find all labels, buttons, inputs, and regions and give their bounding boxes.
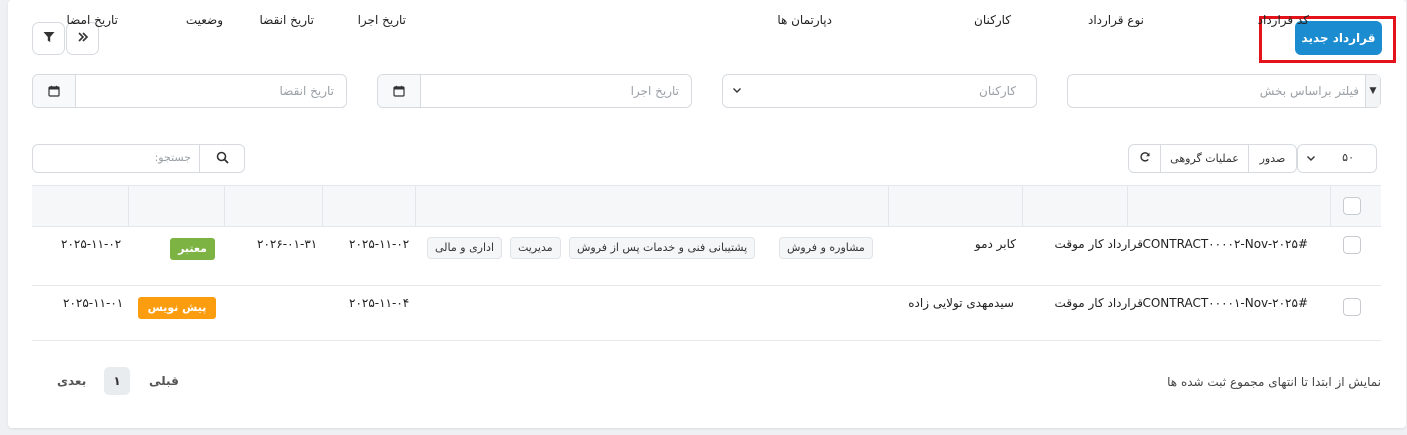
records-summary: نمایش از ابتدا تا انتهای مجموع ثبت شده ه… <box>1167 375 1381 389</box>
employees-select[interactable]: کارکنان <box>722 74 1037 108</box>
search-button[interactable] <box>199 145 244 172</box>
header-contract-type[interactable]: نوع قرارداد <box>1088 13 1144 27</box>
header-contract-code[interactable]: کد قرارداد <box>1258 13 1309 27</box>
department-tag: مدیریت <box>510 237 561 259</box>
employees-placeholder: کارکنان <box>979 84 1016 98</box>
header-departments[interactable]: دپارتمان ها <box>777 13 832 27</box>
row-employee: کابر دمو <box>974 237 1016 251</box>
export-button[interactable]: صدور <box>1248 144 1297 173</box>
status-badge-valid: معتبر <box>170 238 215 260</box>
row-divider <box>32 340 1381 341</box>
header-status[interactable]: وضعیت <box>186 13 223 27</box>
search-placeholder: جستجو: <box>154 151 191 164</box>
header-execution-date[interactable]: تاریخ اجرا <box>358 13 406 27</box>
row-checkbox[interactable] <box>1343 298 1361 316</box>
status-badge-draft: پیش نویس <box>138 297 216 319</box>
execution-date-placeholder: تاریخ اجرا <box>630 84 679 98</box>
row-sign-date: ۲۰۲۵-۱۱-۰۱ <box>63 296 124 310</box>
page-1-button[interactable]: ۱ <box>104 367 130 395</box>
row-execution-date: ۲۰۲۵-۱۱-۰۴ <box>349 296 410 310</box>
status-badge-label: پیش نویس <box>147 301 207 314</box>
filter-icon <box>43 31 55 46</box>
refresh-button[interactable] <box>1128 144 1161 173</box>
next-page-link[interactable]: بعدی <box>57 374 86 388</box>
refresh-icon <box>1139 151 1151 166</box>
calendar-icon[interactable] <box>33 75 76 107</box>
export-label: صدور <box>1259 152 1286 165</box>
search-field[interactable]: جستجو: <box>32 144 245 173</box>
header-sign-date[interactable]: تاریخ امضا <box>66 13 118 27</box>
department-tag: اداری و مالی <box>427 237 503 259</box>
expiry-date-filter[interactable]: تاریخ انقضا <box>32 74 347 108</box>
department-tag: پشتیبانی فنی و خدمات پس از فروش <box>569 237 756 259</box>
execution-date-filter[interactable]: تاریخ اجرا <box>377 74 692 108</box>
filter-button[interactable] <box>32 22 65 55</box>
row-execution-date: ۲۰۲۵-۱۱-۰۲ <box>349 237 410 251</box>
row-contract-code[interactable]: CONTRACT۰۰۰۰۱-Nov-۲۰۲۵# <box>1142 296 1308 310</box>
row-sign-date: ۲۰۲۵-۱۱-۰۲ <box>61 237 122 251</box>
row-divider <box>32 285 1381 286</box>
row-contract-type: قرارداد کار موقت <box>1054 296 1143 310</box>
prev-page-link[interactable]: قبلی <box>149 374 179 388</box>
row-employee: سیدمهدی تولایی زاده <box>908 296 1014 310</box>
row-expiry-date: ۲۰۲۶-۰۱-۳۱ <box>257 237 318 251</box>
search-icon <box>216 151 229 167</box>
expiry-date-placeholder: تاریخ انقضا <box>279 84 335 98</box>
section-filter-placeholder: فیلتر براساس بخش <box>1259 84 1359 98</box>
status-badge-label: معتبر <box>178 242 207 255</box>
row-checkbox[interactable] <box>1343 236 1361 254</box>
chevron-down-icon <box>1305 152 1317 167</box>
double-chevron-right-icon <box>77 31 89 46</box>
page-number: ۱ <box>113 374 121 388</box>
chevron-down-icon <box>731 84 743 99</box>
header-employees[interactable]: کارکنان <box>974 13 1011 27</box>
page-size-value: ۵۰ <box>1342 151 1354 164</box>
department-tag: مشاوره و فروش <box>779 237 873 259</box>
bulk-actions-label: عملیات گروهی <box>1170 152 1239 165</box>
bulk-actions-button[interactable]: عملیات گروهی <box>1160 144 1249 173</box>
caret-down-icon[interactable]: ▼ <box>1365 75 1380 107</box>
new-contract-label: قرارداد جدید <box>1301 31 1376 45</box>
section-filter-select[interactable]: فیلتر براساس بخش ▼ <box>1067 74 1381 108</box>
select-all-checkbox[interactable] <box>1343 197 1361 215</box>
page-size-select[interactable]: ۵۰ <box>1297 144 1377 173</box>
row-contract-type: قرارداد کار موقت <box>1054 237 1143 251</box>
header-expiry-date[interactable]: تاریخ انقضا <box>260 13 315 27</box>
table-header <box>32 185 1381 227</box>
row-contract-code[interactable]: CONTRACT۰۰۰۰۲-Nov-۲۰۲۵# <box>1142 237 1308 251</box>
calendar-icon[interactable] <box>378 75 421 107</box>
